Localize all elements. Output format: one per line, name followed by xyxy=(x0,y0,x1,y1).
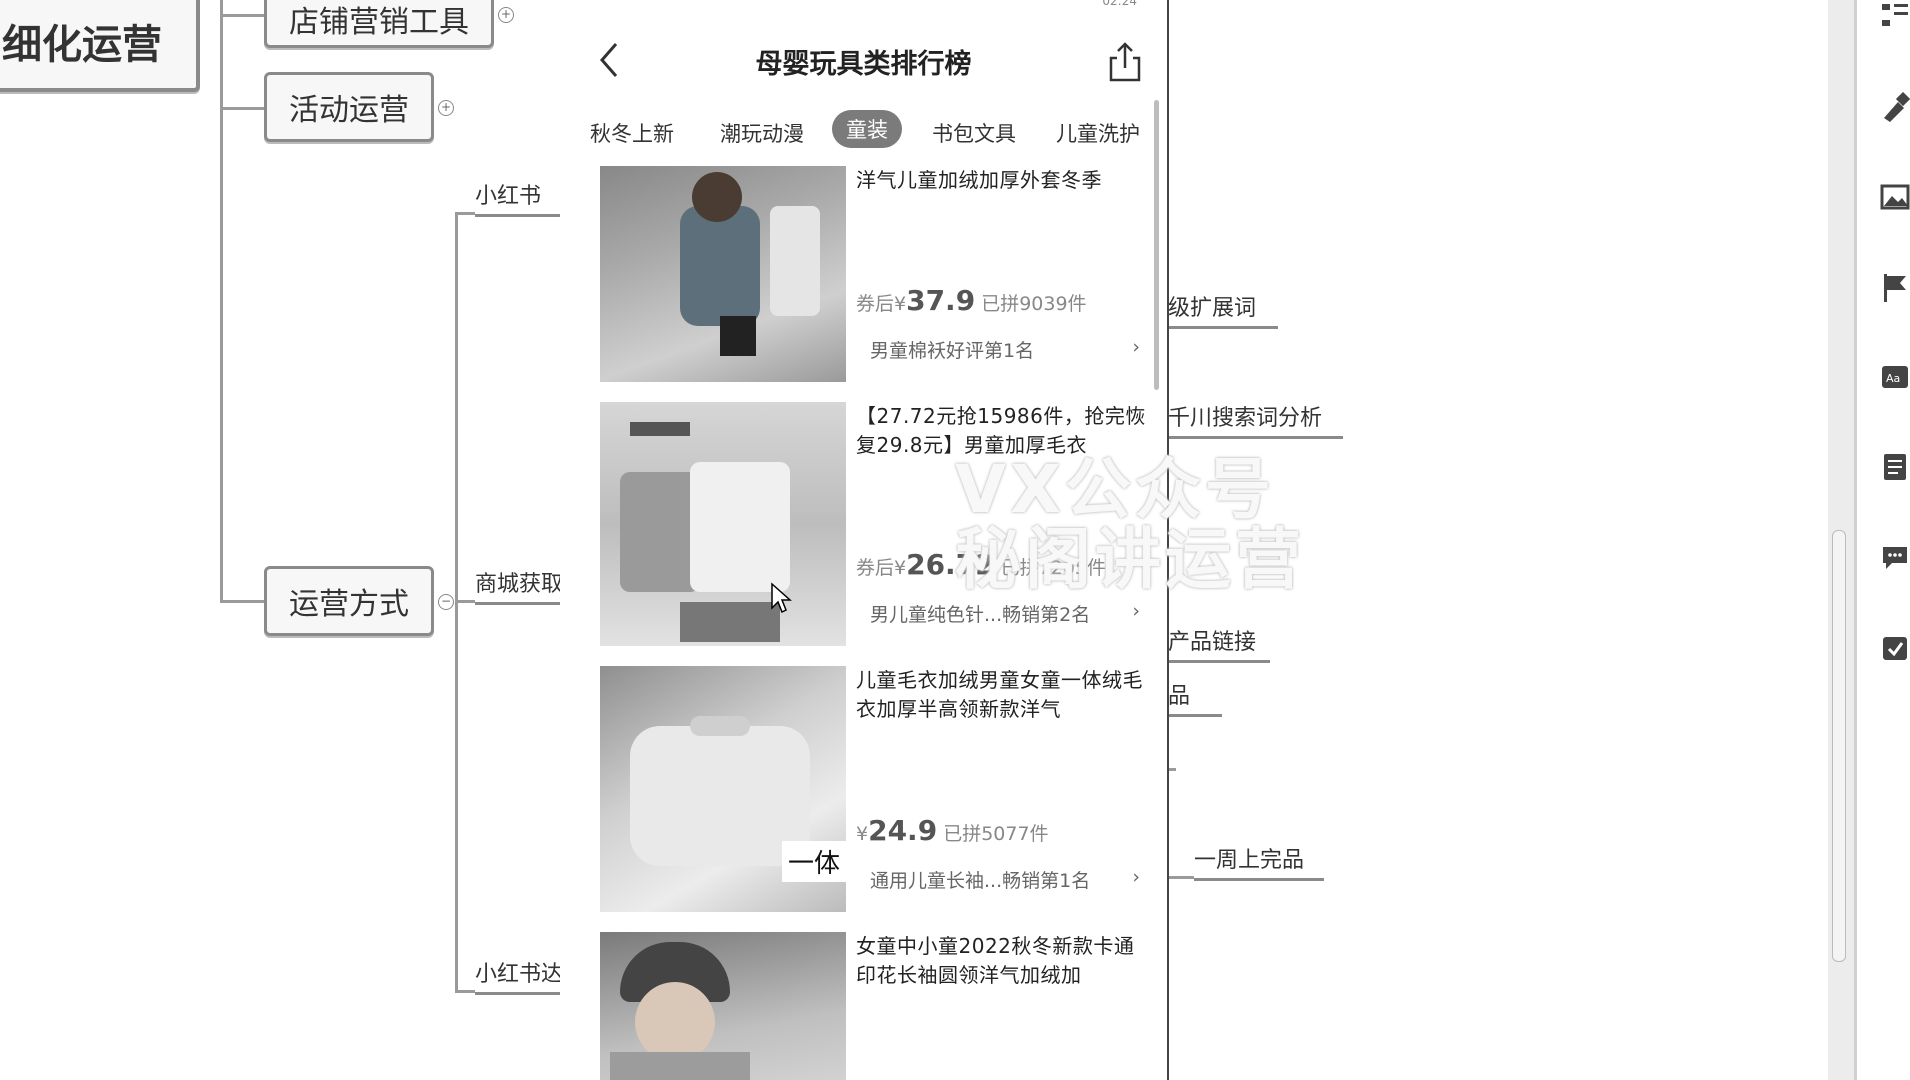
mindmap-leaf-xhs[interactable]: 小红书 xyxy=(475,178,565,217)
watermark-line: VX公众号 xyxy=(955,451,1275,528)
leaf-label: 小红书 xyxy=(475,184,542,209)
product-card[interactable]: 洋气儿童加绒加厚外套冬季 券后¥37.9 已拼9039件 男童棉袄好评第1名 › xyxy=(600,166,1150,382)
flag-icon[interactable] xyxy=(1880,272,1910,302)
tab-trendy-toys[interactable]: 潮玩动漫 xyxy=(720,118,804,148)
image-overlay-label: 一体 xyxy=(781,841,846,882)
price-prefix: ¥ xyxy=(856,823,869,845)
category-tabs: 秋冬上新 潮玩动漫 童装 书包文具 儿童洗护 xyxy=(560,110,1167,156)
svg-text:Aa: Aa xyxy=(1886,372,1900,385)
task-check-icon[interactable] xyxy=(1880,632,1910,662)
mindmap-leaf-expand-words[interactable]: 级扩展词 xyxy=(1168,290,1278,329)
sold-count: 已拼5077件 xyxy=(943,823,1049,845)
mindmap-connector xyxy=(455,990,475,993)
text-style-icon[interactable]: Aa xyxy=(1880,362,1910,392)
outline-icon[interactable] xyxy=(1880,2,1910,32)
product-image: 一体 xyxy=(600,666,846,912)
brush-icon[interactable] xyxy=(1880,92,1910,122)
watermark-line: 秘阁讲运营 xyxy=(955,521,1305,598)
price-prefix: 券后¥ xyxy=(856,293,907,315)
mindmap-connector xyxy=(1168,876,1194,879)
leaf-label: 产品链接 xyxy=(1168,630,1257,655)
chevron-right-icon: › xyxy=(1132,336,1140,358)
mindmap-connector xyxy=(455,212,475,215)
price: 24.9 xyxy=(868,814,938,847)
rank-link[interactable]: 通用儿童长袖...畅销第1名 › xyxy=(870,866,1140,893)
leaf-label: 品 xyxy=(1168,684,1191,709)
chevron-right-icon: › xyxy=(1132,866,1140,888)
share-icon xyxy=(1109,42,1141,82)
mindmap-leaf-product-link[interactable]: 产品链接 xyxy=(1168,624,1270,663)
node-label: 店铺营销工具 xyxy=(289,5,469,40)
product-image xyxy=(600,932,846,1080)
mouse-cursor-icon xyxy=(771,582,792,614)
expand-plus-icon[interactable]: + xyxy=(498,7,514,23)
tab-stationery[interactable]: 书包文具 xyxy=(932,118,1016,148)
leaf-label: 一周上完品 xyxy=(1194,848,1305,873)
image-icon[interactable] xyxy=(1880,182,1910,212)
mindmap-leaf-xhs-2[interactable]: 小红书达 xyxy=(475,956,565,995)
watermark: VX公众号 秘阁讲运营 xyxy=(955,455,1305,595)
leaf-label: 商城获取 xyxy=(475,572,564,597)
product-image xyxy=(600,402,846,646)
status-bar: 02:24 xyxy=(560,0,1167,12)
mindmap-node-store-tools[interactable]: 店铺营销工具 xyxy=(264,0,494,48)
leaf-label: 级扩展词 xyxy=(1168,296,1257,321)
chevron-right-icon: › xyxy=(1132,600,1140,622)
node-label: 运营方式 xyxy=(289,587,409,622)
mindmap-leaf-qianchuan[interactable]: 千川搜索词分析 xyxy=(1168,400,1343,439)
mindmap-leaf-product-short[interactable]: 品 xyxy=(1168,678,1222,717)
mindmap-connector xyxy=(455,600,475,603)
mindmap-connector xyxy=(220,600,264,603)
collapse-minus-icon[interactable]: − xyxy=(438,594,454,610)
product-card[interactable]: 一体 儿童毛衣加绒男童女童一体绒毛衣加厚半高领新款洋气 ¥24.9 已拼5077件… xyxy=(600,666,1150,912)
scrollbar[interactable] xyxy=(1832,530,1846,962)
mindmap-node-activity-ops[interactable]: 活动运营 xyxy=(264,72,434,142)
mindmap-leaf-mall[interactable]: 商城获取 xyxy=(475,566,565,605)
tab-autumn-winter[interactable]: 秋冬上新 xyxy=(590,118,674,148)
rank-link[interactable]: 男童棉袄好评第1名 › xyxy=(870,336,1140,363)
expand-plus-icon[interactable]: + xyxy=(438,100,454,116)
product-title: 儿童毛衣加绒男童女童一体绒毛衣加厚半高领新款洋气 xyxy=(856,668,1143,721)
mindmap-connector xyxy=(1168,768,1176,771)
mindmap-connector xyxy=(220,107,264,110)
page-title: 母婴玩具类排行榜 xyxy=(755,49,972,80)
node-label: 活动运营 xyxy=(289,93,409,128)
price-row: 券后¥37.9 已拼9039件 xyxy=(856,284,1087,317)
comment-icon[interactable] xyxy=(1880,542,1910,572)
tab-kids-care[interactable]: 儿童洗护 xyxy=(1056,118,1140,148)
note-icon[interactable] xyxy=(1880,452,1910,482)
nav-bar: 母婴玩具类排行榜 xyxy=(560,18,1167,98)
leaf-label: 小红书达 xyxy=(475,962,564,987)
mindmap-root-node[interactable]: 细化运营 xyxy=(0,0,200,92)
product-title: 洋气儿童加绒加厚外套冬季 xyxy=(856,168,1102,192)
status-time: 02:24 xyxy=(1102,0,1137,8)
scrollbar[interactable] xyxy=(1154,100,1159,390)
rank-label: 男童棉袄好评第1名 xyxy=(870,340,1035,362)
product-title: 女童中小童2022秋冬新款卡通印花长袖圆领洋气加绒加 xyxy=(856,934,1135,987)
product-card[interactable]: 女童中小童2022秋冬新款卡通印花长袖圆领洋气加绒加 xyxy=(600,932,1150,1080)
product-image xyxy=(600,166,846,382)
mindmap-connector xyxy=(220,0,223,600)
price: 37.9 xyxy=(906,284,976,317)
panel-divider xyxy=(1854,0,1857,1080)
price-prefix: 券后¥ xyxy=(856,557,907,579)
mindmap-connector xyxy=(220,14,264,17)
leaf-label: 千川搜索词分析 xyxy=(1168,406,1323,431)
rank-label: 通用儿童长袖...畅销第1名 xyxy=(870,870,1091,892)
sold-count: 已拼9039件 xyxy=(981,293,1087,315)
mindmap-root-label: 细化运营 xyxy=(2,22,162,68)
mindmap-node-ops-method[interactable]: 运营方式 xyxy=(264,566,434,636)
tab-kids-clothing[interactable]: 童装 xyxy=(832,110,902,148)
rank-label: 男儿童纯色针...畅销第2名 xyxy=(870,604,1091,626)
price-row: ¥24.9 已拼5077件 xyxy=(856,814,1049,847)
mindmap-leaf-weekly[interactable]: 一周上完品 xyxy=(1194,842,1324,881)
share-button[interactable] xyxy=(1105,40,1145,84)
rank-link[interactable]: 男儿童纯色针...畅销第2名 › xyxy=(870,600,1140,627)
